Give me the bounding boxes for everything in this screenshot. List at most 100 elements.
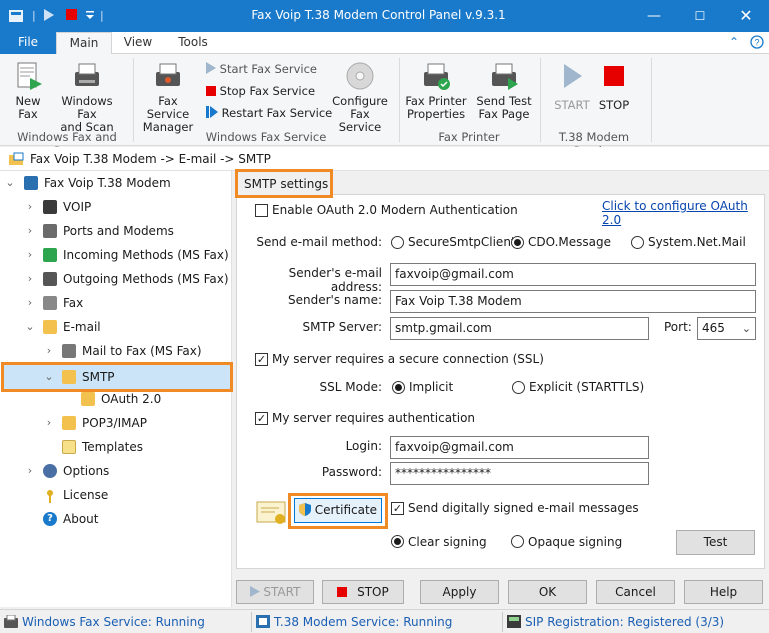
start-service-button[interactable]: START bbox=[548, 60, 596, 112]
new-fax-button[interactable]: New Fax bbox=[4, 60, 52, 121]
chevron-right-icon[interactable]: › bbox=[43, 340, 55, 362]
close-button[interactable]: ✕ bbox=[723, 0, 769, 32]
opaque-signing-radio[interactable] bbox=[511, 535, 524, 548]
tree-item-oauth[interactable]: OAuth 2.0 bbox=[0, 388, 232, 410]
chevron-down-icon[interactable]: ⌄ bbox=[24, 316, 36, 338]
tab-file[interactable]: File bbox=[0, 32, 56, 54]
tree-item-about[interactable]: ? About bbox=[0, 508, 232, 530]
auth-required-checkbox[interactable]: ✓ bbox=[255, 412, 268, 425]
fax-printer-properties-label: Fax Printer Properties bbox=[405, 94, 467, 121]
mail-to-fax-icon bbox=[62, 344, 76, 358]
tree-item-license[interactable]: License bbox=[0, 484, 232, 506]
tab-main[interactable]: Main bbox=[56, 32, 112, 55]
tree-item-options[interactable]: › Options bbox=[0, 460, 232, 482]
sender-email-input[interactable]: faxvoip@gmail.com bbox=[390, 263, 756, 286]
email-folder-icon bbox=[43, 320, 57, 334]
tree-item-templates[interactable]: Templates bbox=[0, 436, 232, 458]
login-input[interactable]: faxvoip@gmail.com bbox=[390, 436, 649, 459]
chevron-right-icon[interactable]: › bbox=[24, 460, 36, 482]
sign-messages-checkbox[interactable]: ✓ bbox=[391, 502, 404, 515]
stop-icon bbox=[206, 86, 216, 96]
method-cdo-radio[interactable] bbox=[511, 236, 524, 249]
auth-required-label: My server requires authentication bbox=[272, 411, 476, 425]
ssl-implicit-radio[interactable] bbox=[392, 381, 405, 394]
tree-item-label: Ports and Modems bbox=[63, 224, 174, 238]
password-input[interactable]: **************** bbox=[390, 462, 649, 485]
chevron-right-icon[interactable]: › bbox=[24, 220, 36, 242]
fax-service-status[interactable]: Windows Fax Service: Running bbox=[22, 615, 205, 629]
port-label: Port: bbox=[664, 320, 692, 334]
method-net-radio[interactable] bbox=[631, 236, 644, 249]
tree-item-ports[interactable]: › Ports and Modems bbox=[0, 220, 232, 242]
start-button[interactable]: START bbox=[236, 580, 314, 604]
sender-name-input[interactable]: Fax Voip T.38 Modem bbox=[390, 290, 756, 313]
ok-button[interactable]: OK bbox=[508, 580, 587, 604]
tree-item-voip[interactable]: › VOIP bbox=[0, 196, 232, 218]
send-test-fax-button[interactable]: Send Test Fax Page bbox=[472, 60, 536, 121]
certificate-button[interactable]: Certificate bbox=[294, 498, 382, 523]
cancel-button[interactable]: Cancel bbox=[596, 580, 675, 604]
ribbon-separator bbox=[133, 58, 134, 142]
printer-check-icon bbox=[420, 60, 452, 92]
start-service-label: START bbox=[554, 98, 590, 112]
tree-item-label: VOIP bbox=[63, 200, 92, 214]
fax-service-manager-label: Fax Service Manager bbox=[142, 94, 194, 134]
t38-service-status[interactable]: T.38 Modem Service: Running bbox=[274, 615, 452, 629]
collapse-ribbon-icon[interactable]: ⌃ bbox=[729, 35, 739, 49]
stop-service-label: STOP bbox=[598, 98, 630, 112]
breadcrumb: Fax Voip T.38 Modem -> E-mail -> SMTP bbox=[0, 147, 769, 171]
tree-item-incoming[interactable]: › Incoming Methods (MS Fax) bbox=[0, 244, 232, 266]
chevron-right-icon[interactable]: › bbox=[24, 196, 36, 218]
chevron-down-icon[interactable]: ⌄ bbox=[4, 172, 16, 194]
fax-service-icon bbox=[4, 614, 18, 631]
shield-icon bbox=[298, 503, 311, 516]
chevron-right-icon[interactable]: › bbox=[24, 292, 36, 314]
configure-fax-service-button[interactable]: Configure Fax Service bbox=[328, 60, 392, 134]
tree-item-root[interactable]: ⌄ Fax Voip T.38 Modem bbox=[0, 172, 232, 194]
clear-signing-radio[interactable] bbox=[391, 535, 404, 548]
chevron-right-icon[interactable]: › bbox=[24, 244, 36, 266]
fax-service-manager-button[interactable]: Fax Service Manager bbox=[136, 60, 200, 134]
folder-mail-icon bbox=[8, 151, 24, 170]
windows-fax-scan-button[interactable]: Windows Fax and Scan bbox=[50, 60, 124, 134]
service-manager-icon bbox=[152, 60, 184, 92]
chevron-right-icon[interactable]: › bbox=[43, 412, 55, 434]
help-button[interactable]: Help bbox=[684, 580, 763, 604]
enable-oauth-label: Enable OAuth 2.0 Modern Authentication bbox=[272, 203, 518, 217]
start-fax-service-button[interactable]: Start Fax Service bbox=[206, 60, 317, 78]
enable-oauth-checkbox[interactable] bbox=[255, 204, 268, 217]
tree-item-mail-to-fax[interactable]: › Mail to Fax (MS Fax) bbox=[0, 340, 232, 362]
restart-fax-service-button[interactable]: Restart Fax Service bbox=[206, 104, 332, 122]
fax-printer-properties-button[interactable]: Fax Printer Properties bbox=[404, 60, 468, 121]
tab-view[interactable]: View bbox=[112, 32, 164, 54]
smtp-heading: SMTP settings bbox=[244, 177, 329, 191]
stop-fax-service-button[interactable]: Stop Fax Service bbox=[206, 82, 315, 100]
stop-service-button[interactable]: STOP bbox=[590, 60, 638, 112]
minimize-button[interactable]: — bbox=[631, 0, 677, 32]
sip-status[interactable]: SIP Registration: Registered (3/3) bbox=[525, 615, 724, 629]
maximize-button[interactable]: ☐ bbox=[677, 0, 723, 32]
tree-item-outgoing[interactable]: › Outgoing Methods (MS Fax) bbox=[0, 268, 232, 290]
smtp-server-input[interactable]: smtp.gmail.com bbox=[390, 317, 649, 340]
group-label-fp: Fax Printer bbox=[438, 130, 500, 144]
test-button[interactable]: Test bbox=[676, 530, 755, 555]
windows-fax-scan-label: Windows Fax and Scan bbox=[60, 94, 114, 134]
modem-icon bbox=[43, 224, 57, 238]
play-icon bbox=[249, 586, 260, 597]
method-secure-radio[interactable] bbox=[391, 236, 404, 249]
tree-item-pop3[interactable]: › POP3/IMAP bbox=[0, 412, 232, 434]
stop-button[interactable]: STOP bbox=[322, 580, 404, 604]
help-icon[interactable]: ? bbox=[750, 35, 764, 52]
configure-oauth-link[interactable]: Click to configure OAuth 2.0 bbox=[602, 199, 769, 227]
tree-item-fax[interactable]: › Fax bbox=[0, 292, 232, 314]
apply-button[interactable]: Apply bbox=[420, 580, 499, 604]
tree-item-label: Fax Voip T.38 Modem bbox=[44, 176, 171, 190]
port-select[interactable]: 465 ⌄ bbox=[697, 317, 756, 340]
ssl-explicit-radio[interactable] bbox=[512, 381, 525, 394]
sip-icon bbox=[507, 615, 521, 631]
ssl-required-checkbox[interactable]: ✓ bbox=[255, 353, 268, 366]
tree-item-email[interactable]: ⌄ E-mail bbox=[0, 316, 232, 338]
tab-tools[interactable]: Tools bbox=[164, 32, 222, 54]
chevron-right-icon[interactable]: › bbox=[24, 268, 36, 290]
gear-icon bbox=[43, 464, 57, 478]
